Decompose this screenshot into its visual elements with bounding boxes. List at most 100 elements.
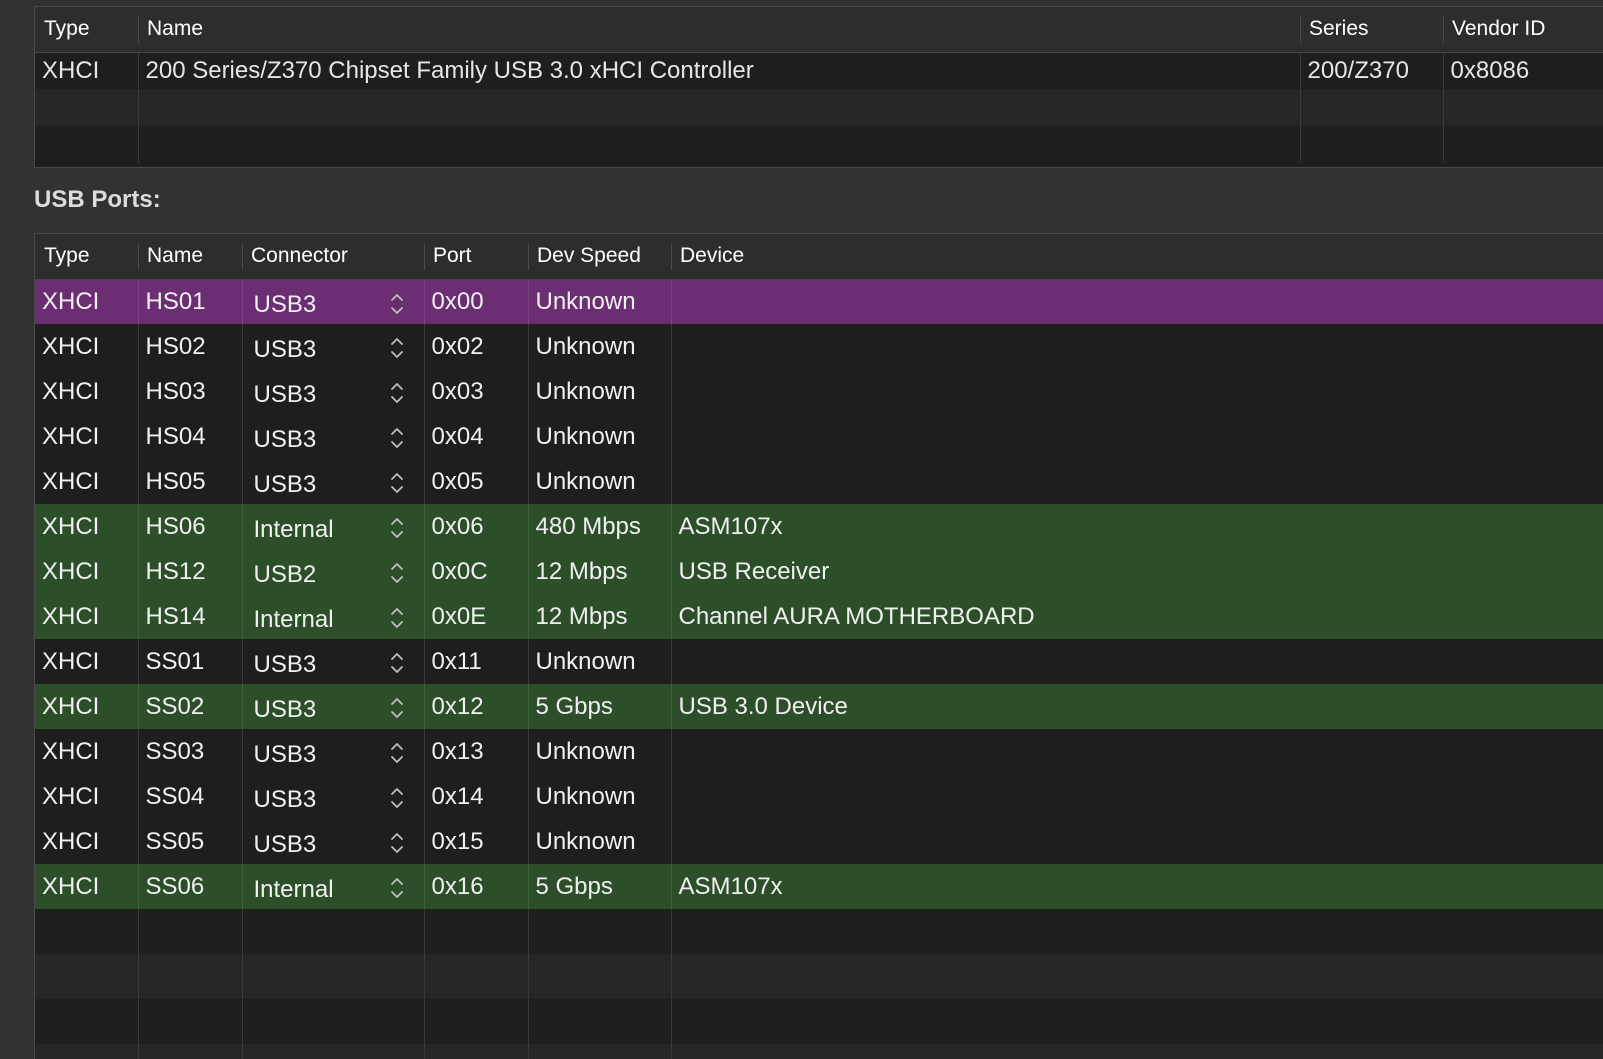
empty-row [35, 1044, 1603, 1059]
port-row-hs01[interactable]: XHCI HS01 USB3 0x00 Unknown [35, 279, 1603, 324]
chevron-up-down-icon[interactable] [390, 515, 404, 541]
port-row-ss03[interactable]: XHCI SS03 USB3 0x13 Unknown [35, 729, 1603, 774]
chevron-up-down-icon[interactable] [390, 740, 404, 766]
column-header-device[interactable]: Device [671, 234, 1603, 280]
port-row-ss06[interactable]: XHCI SS06 Internal 0x16 5 Gbps ASM107x [35, 864, 1603, 909]
port-speed: Unknown [527, 459, 671, 504]
connector-select[interactable]: USB3 [241, 684, 424, 729]
port-device [670, 729, 1603, 774]
connector-select[interactable]: USB2 [241, 549, 424, 594]
connector-value: Internal [253, 875, 334, 903]
chevron-up-down-icon[interactable] [390, 291, 404, 317]
port-speed: 5 Gbps [527, 684, 671, 729]
column-header-connector[interactable]: Connector [242, 234, 424, 280]
connector-select[interactable]: USB3 [241, 324, 424, 369]
port-row-ss02[interactable]: XHCI SS02 USB3 0x12 5 Gbps USB 3.0 Device [35, 684, 1603, 729]
chevron-up-down-icon[interactable] [390, 830, 404, 856]
port-speed: Unknown [527, 414, 671, 459]
empty-row [35, 909, 1603, 954]
port-type: XHCI [42, 422, 100, 450]
connector-select[interactable]: USB3 [241, 369, 424, 414]
connector-select[interactable]: USB3 [241, 414, 424, 459]
column-header-vendor-id[interactable]: Vendor ID [1443, 7, 1603, 53]
port-address: 0x12 [423, 684, 528, 729]
controllers-header-row: Type Name Series Vendor ID [35, 7, 1603, 53]
empty-row [35, 89, 1603, 126]
controller-row[interactable]: XHCI 200 Series/Z370 Chipset Family USB … [35, 52, 1603, 89]
chevron-up-down-icon[interactable] [390, 785, 404, 811]
port-speed: Unknown [527, 369, 671, 414]
port-name: HS14 [137, 594, 242, 639]
connector-select[interactable]: USB3 [241, 459, 424, 504]
column-header-type[interactable]: Type [35, 7, 138, 53]
port-type: XHCI [42, 737, 100, 765]
chevron-up-down-icon[interactable] [390, 380, 404, 406]
chevron-up-down-icon[interactable] [390, 875, 404, 901]
connector-select[interactable]: Internal [241, 864, 424, 909]
port-speed: 12 Mbps [527, 549, 671, 594]
connector-select[interactable]: USB3 [241, 279, 424, 324]
port-row-hs06[interactable]: XHCI HS06 Internal 0x06 480 Mbps ASM107x [35, 504, 1603, 549]
column-header-dev-speed[interactable]: Dev Speed [528, 234, 671, 280]
chevron-up-down-icon[interactable] [390, 560, 404, 586]
connector-select[interactable]: Internal [241, 594, 424, 639]
port-type: XHCI [42, 377, 100, 405]
connector-value: USB3 [253, 785, 317, 813]
port-speed: 12 Mbps [527, 594, 671, 639]
port-type: XHCI [42, 647, 100, 675]
column-header-name[interactable]: Name [138, 7, 1300, 53]
controllers-table: Type Name Series Vendor ID XHCI 200 Seri… [34, 6, 1603, 168]
chevron-up-down-icon[interactable] [390, 335, 404, 361]
port-row-ss01[interactable]: XHCI SS01 USB3 0x11 Unknown [35, 639, 1603, 684]
port-address: 0x0C [423, 549, 528, 594]
port-type: XHCI [35, 504, 138, 549]
port-name: SS05 [137, 819, 242, 864]
port-row-hs03[interactable]: XHCI HS03 USB3 0x03 Unknown [35, 369, 1603, 414]
port-device: ASM107x [670, 864, 1603, 909]
connector-select[interactable]: USB3 [241, 729, 424, 774]
port-speed: Unknown [527, 324, 671, 369]
port-name: HS04 [137, 414, 242, 459]
port-address: 0x06 [423, 504, 528, 549]
port-row-hs02[interactable]: XHCI HS02 USB3 0x02 Unknown [35, 324, 1603, 369]
column-header-type[interactable]: Type [35, 234, 138, 280]
port-row-ss05[interactable]: XHCI SS05 USB3 0x15 Unknown [35, 819, 1603, 864]
port-address: 0x0E [423, 594, 528, 639]
port-row-ss04[interactable]: XHCI SS04 USB3 0x14 Unknown [35, 774, 1603, 819]
chevron-up-down-icon[interactable] [390, 695, 404, 721]
port-row-hs04[interactable]: XHCI HS04 USB3 0x04 Unknown [35, 414, 1603, 459]
port-row-hs14[interactable]: XHCI HS14 Internal 0x0E 12 Mbps Channel AURA … [35, 594, 1603, 639]
column-header-series[interactable]: Series [1300, 7, 1443, 53]
port-address: 0x13 [423, 729, 528, 774]
empty-row [35, 999, 1603, 1044]
port-type: XHCI [35, 864, 138, 909]
chevron-up-down-icon[interactable] [390, 605, 404, 631]
port-address: 0x02 [423, 324, 528, 369]
port-type: XHCI [42, 782, 100, 810]
controller-vendor-id: 0x8086 [1442, 52, 1603, 89]
port-type: XHCI [35, 549, 138, 594]
port-type: XHCI [42, 827, 100, 855]
port-type: XHCI [42, 467, 100, 495]
port-type: XHCI [35, 684, 138, 729]
controller-series: 200/Z370 [1299, 52, 1443, 89]
ports-header-row: Type Name Connector Port Dev Speed Devic… [35, 234, 1603, 280]
connector-select[interactable]: Internal [241, 504, 424, 549]
column-header-name[interactable]: Name [138, 234, 242, 280]
chevron-up-down-icon[interactable] [390, 650, 404, 676]
connector-value: Internal [253, 515, 334, 543]
connector-select[interactable]: USB3 [241, 639, 424, 684]
column-header-port[interactable]: Port [424, 234, 528, 280]
port-speed: Unknown [527, 729, 671, 774]
port-name: SS01 [137, 639, 242, 684]
port-speed: 480 Mbps [527, 504, 671, 549]
port-row-hs12[interactable]: XHCI HS12 USB2 0x0C 12 Mbps USB Receiver [35, 549, 1603, 594]
chevron-up-down-icon[interactable] [390, 470, 404, 496]
connector-select[interactable]: USB3 [241, 774, 424, 819]
port-type: XHCI [35, 594, 138, 639]
port-device [670, 774, 1603, 819]
port-device [670, 819, 1603, 864]
port-row-hs05[interactable]: XHCI HS05 USB3 0x05 Unknown [35, 459, 1603, 504]
connector-select[interactable]: USB3 [241, 819, 424, 864]
chevron-up-down-icon[interactable] [390, 425, 404, 451]
